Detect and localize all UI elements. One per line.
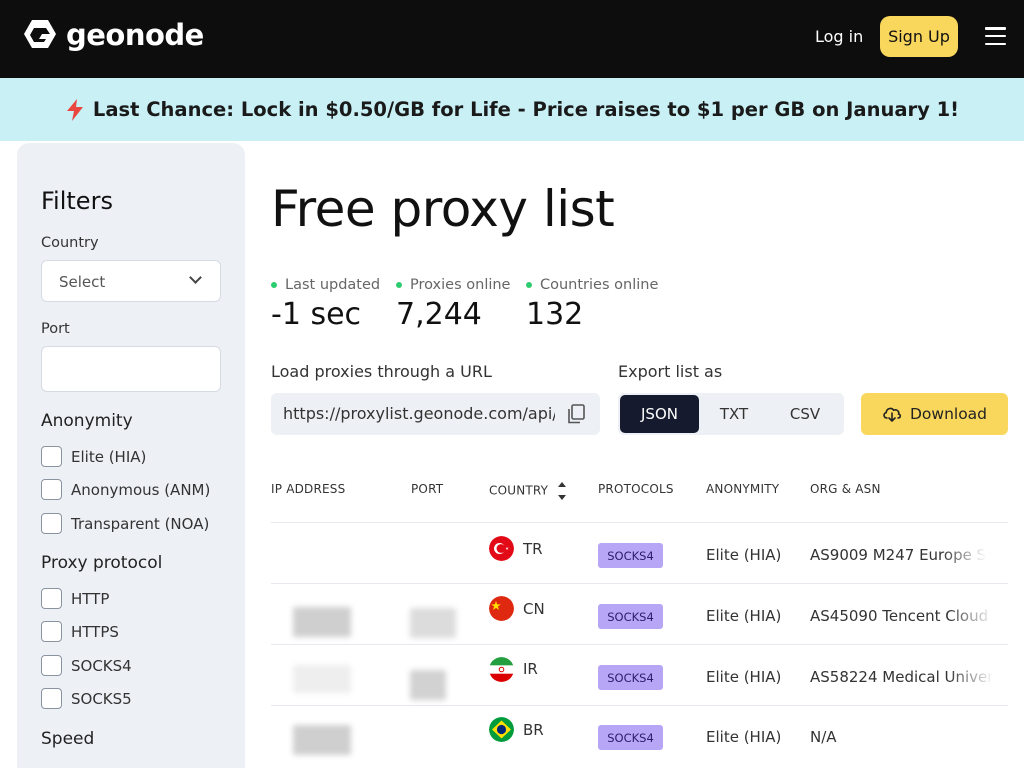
protocol-option-socks4[interactable]: SOCKS4 [41, 655, 132, 676]
table-divider [271, 644, 1008, 645]
banner-text: Last Chance: Lock in $0.50/GB for Life -… [92, 98, 960, 121]
copy-icon[interactable] [567, 404, 585, 424]
api-url-value[interactable]: https://proxylist.geonode.com/api/p [283, 404, 555, 423]
signup-button[interactable]: Sign Up [880, 16, 958, 57]
cloud-download-icon [883, 407, 902, 422]
checkbox[interactable] [41, 588, 62, 609]
protocol-option-http[interactable]: HTTP [41, 588, 109, 609]
redacted-ip [293, 607, 351, 637]
protocol-option-socks5[interactable]: SOCKS5 [41, 688, 132, 709]
flag-cn-icon [489, 596, 514, 621]
country-label: Country [41, 235, 99, 251]
api-url-field[interactable]: https://proxylist.geonode.com/api/p [271, 393, 600, 435]
protocol-option-https[interactable]: HTTPS [41, 621, 119, 642]
org-value: N/A [810, 728, 837, 746]
online-dot [526, 282, 532, 288]
stat-countries-online: Countries online 132 [526, 277, 659, 332]
sort-icon[interactable] [558, 482, 567, 500]
org-value: AS9009 M247 Europe SRL [810, 546, 986, 564]
port-input[interactable] [41, 346, 221, 392]
export-format-toggle: JSON TXT CSV [618, 393, 844, 435]
country-code: IR [523, 660, 538, 678]
checkbox[interactable] [41, 688, 62, 709]
redacted-ip [293, 725, 351, 755]
table-divider [271, 522, 1008, 523]
anonymity-title: Anonymity [41, 411, 133, 431]
anonymity-value: Elite (HIA) [706, 607, 782, 625]
flag-br-icon [489, 717, 514, 742]
col-ip-address: IP ADDRESS [271, 482, 346, 496]
lightning-icon [66, 98, 83, 121]
hamburger-icon[interactable] [985, 27, 1006, 45]
country-select-value: Select [59, 273, 106, 291]
port-label: Port [41, 321, 70, 337]
col-anonymity: ANONYMITY [706, 482, 780, 496]
top-nav: geonode Log in Sign Up [0, 0, 1024, 78]
protocol-title: Proxy protocol [41, 553, 163, 573]
url-label: Load proxies through a URL [271, 362, 492, 381]
col-protocols: PROTOCOLS [598, 482, 674, 496]
org-value: AS58224 Medical Universi [810, 668, 994, 686]
protocol-badge: SOCKS4 [598, 604, 663, 629]
checkbox[interactable] [41, 479, 62, 500]
filters-sidebar: Filters Country Select Port Anonymity El… [17, 143, 245, 768]
anonymity-option-transparent[interactable]: Transparent (NOA) [41, 513, 209, 534]
flag-tr-icon [489, 536, 514, 561]
logo-text: geonode [66, 18, 204, 52]
country-code: TR [523, 540, 543, 558]
protocol-badge: SOCKS4 [598, 665, 663, 690]
export-label: Export list as [618, 362, 723, 381]
stat-proxies-online: Proxies online 7,244 [396, 277, 511, 332]
org-value: AS45090 Tencent Cloud Co [810, 607, 994, 625]
export-json-button[interactable]: JSON [620, 395, 699, 433]
page-title: Free proxy list [271, 180, 615, 238]
anonymity-value: Elite (HIA) [706, 728, 782, 746]
checkbox[interactable] [41, 446, 62, 467]
flag-ir-icon [489, 657, 514, 682]
redacted-ip [293, 665, 351, 693]
promo-banner[interactable]: Last Chance: Lock in $0.50/GB for Life -… [0, 78, 1024, 141]
stat-last-updated: Last updated -1 sec [271, 277, 381, 332]
download-button[interactable]: Download [861, 393, 1008, 435]
online-dot [396, 282, 402, 288]
geonode-logo-icon [24, 20, 56, 48]
speed-title: Speed [41, 729, 95, 749]
checkbox[interactable] [41, 513, 62, 534]
export-csv-button[interactable]: CSV [772, 395, 838, 433]
anonymity-value: Elite (HIA) [706, 546, 782, 564]
country-code: CN [523, 600, 545, 618]
protocol-badge: SOCKS4 [598, 543, 663, 568]
anonymity-value: Elite (HIA) [706, 668, 782, 686]
country-select[interactable]: Select [41, 260, 221, 302]
login-link[interactable]: Log in [815, 27, 863, 46]
anonymity-option-anonymous[interactable]: Anonymous (ANM) [41, 479, 210, 500]
redacted-port [410, 670, 446, 700]
country-code: BR [523, 721, 544, 739]
export-txt-button[interactable]: TXT [702, 395, 766, 433]
checkbox[interactable] [41, 655, 62, 676]
logo[interactable]: geonode [22, 17, 204, 53]
table-divider [271, 583, 1008, 584]
online-dot [271, 282, 277, 288]
table-divider [271, 705, 1008, 706]
filters-title: Filters [41, 187, 113, 215]
chevron-down-icon [189, 271, 202, 284]
anonymity-option-elite[interactable]: Elite (HIA) [41, 446, 146, 467]
col-port: PORT [411, 482, 444, 496]
col-country[interactable]: COUNTRY [489, 482, 567, 500]
checkbox[interactable] [41, 621, 62, 642]
protocol-badge: SOCKS4 [598, 725, 663, 750]
redacted-port [410, 608, 456, 638]
col-org-asn: ORG & ASN [810, 482, 881, 496]
